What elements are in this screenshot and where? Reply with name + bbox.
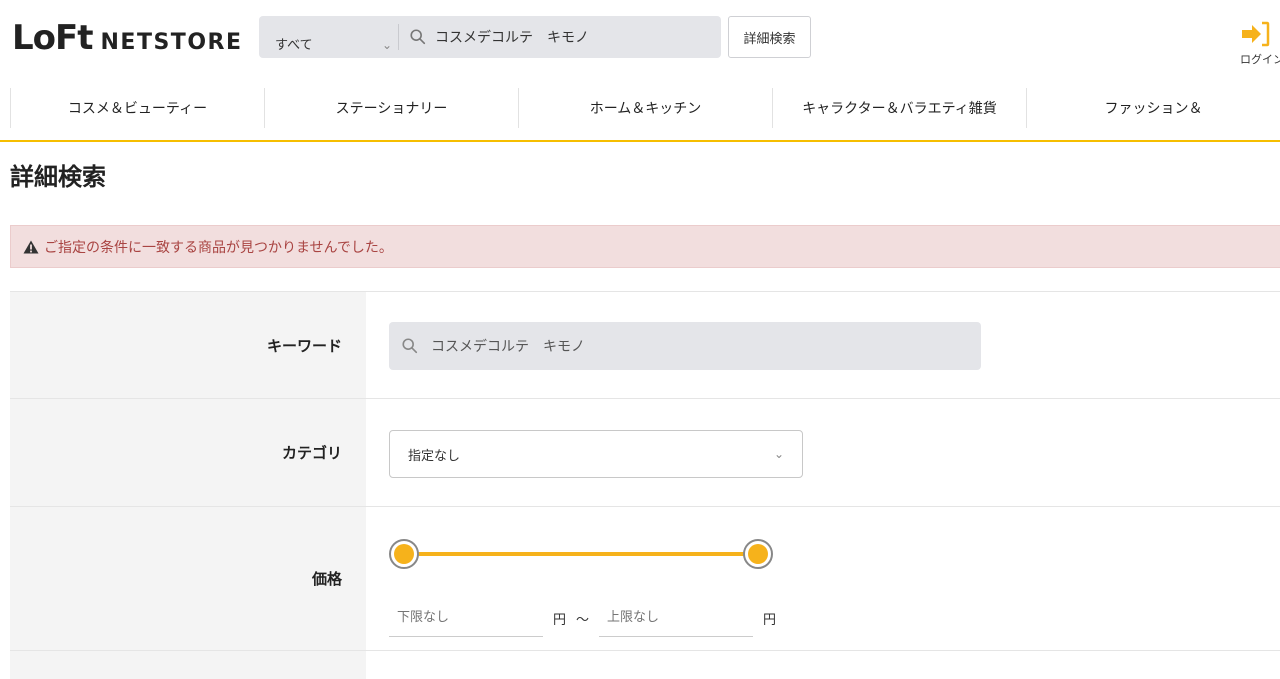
- price-range-slider[interactable]: [389, 537, 775, 571]
- nav-item-stationery[interactable]: ステーショナリー: [264, 88, 518, 128]
- header-search-bar: すべて ⌄ コスメデコルテ キモノ: [259, 16, 721, 58]
- nav-item-home-kitchen[interactable]: ホーム＆キッチン: [518, 88, 772, 128]
- nav-item-fashion[interactable]: ファッション＆: [1026, 88, 1280, 128]
- keyword-input-value: コスメデコルテ キモノ: [431, 339, 585, 355]
- logo-subtitle: NETSTORE: [100, 30, 243, 55]
- price-label: 価格: [10, 507, 366, 650]
- search-scope-select[interactable]: すべて ⌄: [259, 24, 399, 53]
- login-label: ログイン: [1240, 53, 1280, 66]
- keyword-row: キーワード コスメデコルテ キモノ: [10, 291, 1280, 398]
- price-inputs: 円 ～ 円: [389, 599, 786, 637]
- price-row: 価格 円 ～ 円: [10, 506, 1280, 650]
- category-row: カテゴリ 指定なし ⌄: [10, 398, 1280, 506]
- login-arrow-icon: [1242, 21, 1270, 47]
- detail-search-form: キーワード コスメデコルテ キモノ カテゴリ 指定なし ⌄ 価格 下限なし 円 …: [10, 291, 1280, 679]
- category-field: 指定なし ⌄: [366, 399, 1280, 506]
- logo-mark: LoFt: [12, 18, 94, 58]
- nav-item-cosme[interactable]: コスメ＆ビューティー: [10, 88, 264, 128]
- next-row: [10, 650, 1280, 679]
- keyword-input[interactable]: コスメデコルテ キモノ: [389, 322, 981, 370]
- search-icon: [410, 29, 426, 45]
- yen-unit: 円: [553, 612, 567, 628]
- keyword-label: キーワード: [10, 292, 366, 398]
- nav-divider: [0, 140, 1280, 142]
- no-results-alert: ご指定の条件に一致する商品が見つかりませんでした。: [10, 225, 1280, 268]
- next-row-field: [366, 651, 1280, 679]
- chevron-down-icon: ⌄: [773, 447, 784, 461]
- next-row-label: [10, 651, 366, 679]
- slider-track: [403, 552, 757, 556]
- search-scope-value: すべて: [275, 38, 313, 53]
- yen-unit: 円: [763, 612, 777, 628]
- category-select[interactable]: 指定なし ⌄: [389, 430, 803, 478]
- category-label: カテゴリ: [10, 399, 366, 506]
- price-max-input[interactable]: [599, 599, 754, 637]
- search-input[interactable]: コスメデコルテ キモノ: [399, 27, 721, 47]
- login-button[interactable]: ログイン: [1232, 20, 1280, 67]
- chevron-down-icon: ⌄: [381, 38, 392, 52]
- search-input-value: コスメデコルテ キモノ: [435, 30, 589, 46]
- site-header: LoFt NETSTORE すべて ⌄ コスメデコルテ キモノ 詳細検索 ログイ…: [0, 0, 1280, 82]
- page-title: 詳細検索: [10, 163, 106, 191]
- range-separator: ～: [576, 612, 590, 628]
- price-min-input[interactable]: [389, 599, 543, 637]
- detail-search-button[interactable]: 詳細検索: [728, 16, 811, 58]
- category-nav: コスメ＆ビューティー ステーショナリー ホーム＆キッチン キャラクター＆バラエテ…: [10, 88, 1280, 128]
- category-select-value: 指定なし: [408, 448, 461, 464]
- slider-min-handle[interactable]: [389, 539, 419, 569]
- search-icon: [402, 338, 418, 354]
- warning-icon: [23, 240, 39, 253]
- slider-max-handle[interactable]: [743, 539, 773, 569]
- keyword-field: コスメデコルテ キモノ: [366, 292, 1280, 398]
- alert-message: ご指定の条件に一致する商品が見つかりませんでした。: [44, 239, 393, 256]
- nav-item-character-variety[interactable]: キャラクター＆バラエティ雑貨: [772, 88, 1026, 128]
- site-logo[interactable]: LoFt NETSTORE: [12, 18, 243, 62]
- price-field: 円 ～ 円: [366, 507, 1280, 650]
